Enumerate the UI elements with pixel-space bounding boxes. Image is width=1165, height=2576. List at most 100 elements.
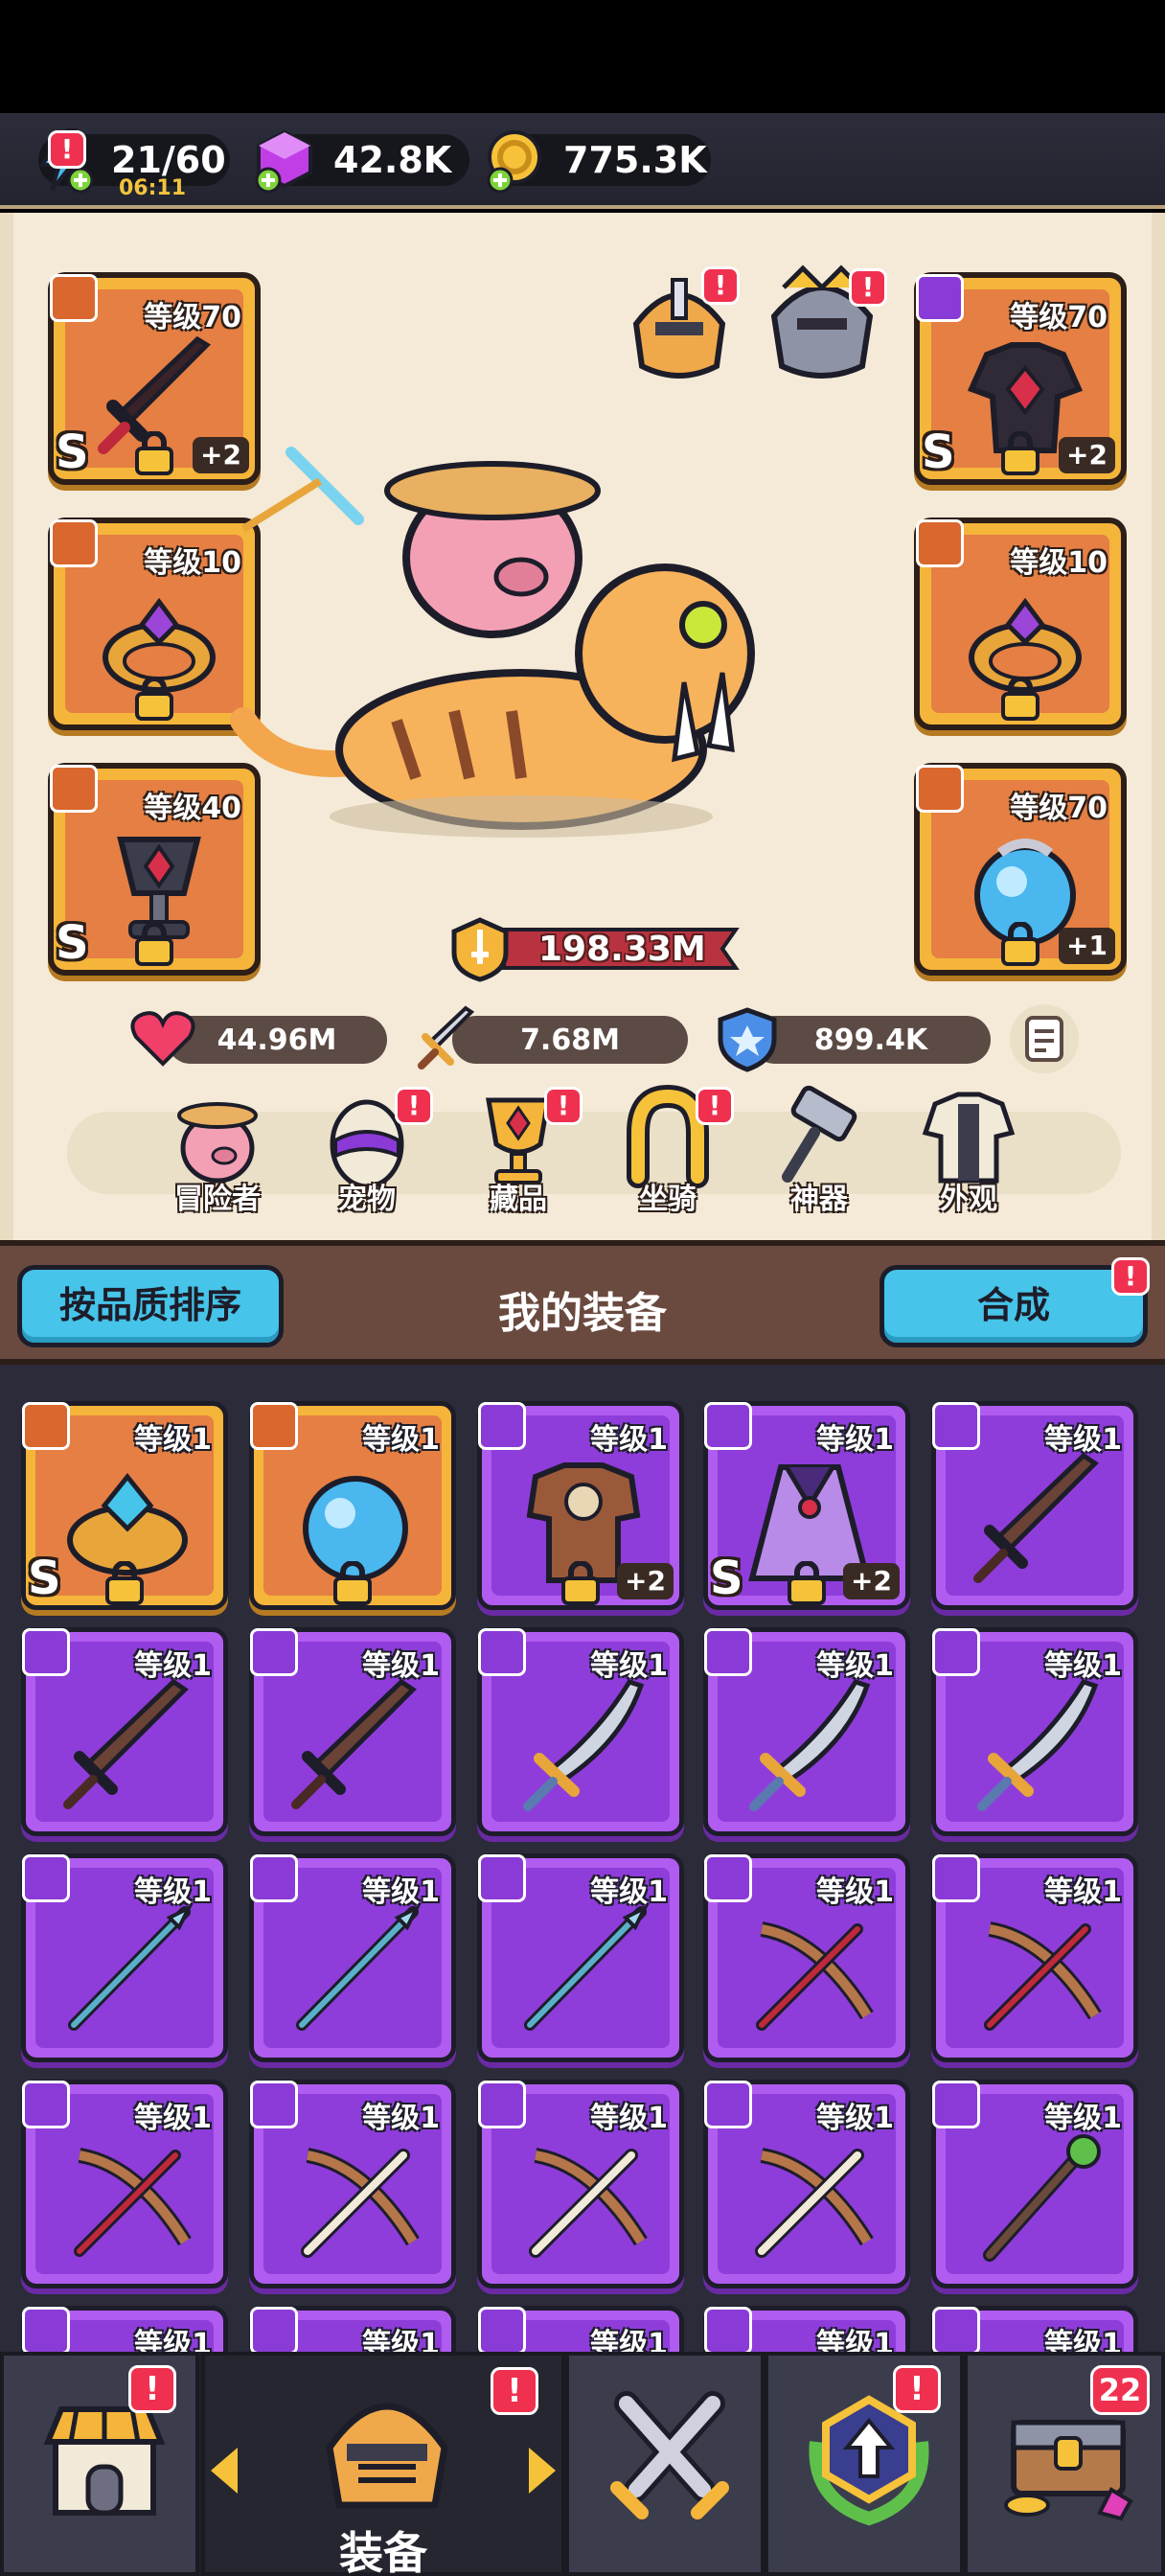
slot-level: 等级70 <box>1010 792 1108 825</box>
item-level: 等级1 <box>134 1649 212 1683</box>
inventory-item[interactable]: 等级1 <box>931 1401 1138 1610</box>
item-type-icon <box>22 1628 70 1676</box>
inventory-item[interactable]: 等级1 <box>931 2306 1138 2352</box>
inventory-item[interactable]: 等级1 <box>703 1853 910 2062</box>
item-type-icon <box>704 1402 752 1450</box>
tab-treasure[interactable]: 22 <box>964 2352 1165 2576</box>
lock-icon <box>1001 677 1039 721</box>
inventory-item[interactable]: 等级1 <box>703 2306 910 2352</box>
item-type-icon <box>704 1854 752 1902</box>
inventory-item[interactable]: 等级1 <box>249 2306 456 2352</box>
helmet-alert-icon: ! <box>849 268 887 307</box>
item-type-icon <box>250 2307 298 2352</box>
inventory-item[interactable]: 等级1 <box>931 1627 1138 1836</box>
item-type-icon <box>704 2081 752 2128</box>
inventory-item[interactable]: 等级1 <box>21 1853 228 2062</box>
inventory-item[interactable]: 等级1 <box>21 2080 228 2288</box>
lock-icon <box>1001 431 1039 475</box>
energy-value: 21/60 <box>111 139 226 181</box>
gem-counter[interactable]: 42.8K <box>255 129 469 194</box>
merge-button[interactable]: 合成 <box>879 1265 1148 1347</box>
item-type-icon <box>22 1854 70 1902</box>
item-level: 等级1 <box>362 2102 440 2135</box>
combat-power-value: 198.33M <box>538 930 706 969</box>
shield-icon <box>718 1007 777 1072</box>
item-level: 等级1 <box>134 1875 212 1909</box>
bone-crossbow-icon <box>529 2148 648 2258</box>
item-level: 等级1 <box>816 2328 894 2352</box>
sword-icon <box>291 1678 417 1809</box>
details-icon[interactable] <box>1006 1000 1083 1077</box>
grade-badge: S <box>922 426 955 479</box>
item-type-icon <box>932 2307 980 2352</box>
inventory-item[interactable]: 等级1 S +2 <box>703 1401 910 1610</box>
defense-stat: 899.4K <box>718 1007 991 1072</box>
hero-panel: 等级70 S +2 等级10 等级40 S 等级70 S +2 等级10 等级7… <box>0 213 1165 1240</box>
item-type-icon <box>932 1402 980 1450</box>
resource-bar: 21/60 ! 06:11 42.8K 775.3K <box>0 113 1165 209</box>
hp-value: 44.96M <box>217 1023 337 1057</box>
amulet-type-icon <box>50 765 98 813</box>
inventory-item[interactable]: 等级1 <box>249 1401 456 1610</box>
grade-badge: S <box>56 916 89 970</box>
inventory-item[interactable]: 等级1 <box>477 2306 684 2352</box>
scimitar-icon <box>523 1679 645 1811</box>
hero-character[interactable] <box>205 433 799 855</box>
lock-icon <box>135 677 173 721</box>
ring-type-icon <box>916 519 964 567</box>
item-level: 等级1 <box>134 2328 212 2352</box>
gold-counter[interactable]: 775.3K <box>487 130 711 194</box>
gem-value: 42.8K <box>333 139 452 181</box>
sword-icon <box>973 1452 1099 1583</box>
pet-alert-icon: ! <box>395 1087 433 1125</box>
inventory-item[interactable]: 等级1 <box>477 1627 684 1836</box>
nav-label-adventurer: 冒险者 <box>174 1183 261 1216</box>
inventory-item[interactable]: 等级1 <box>931 2080 1138 2288</box>
inventory-item[interactable]: 等级1 +2 <box>477 1401 684 1610</box>
scimitar-icon <box>977 1679 1099 1811</box>
inventory-item[interactable]: 等级1 <box>21 2306 228 2352</box>
inventory-item[interactable]: 等级1 <box>21 1627 228 1836</box>
equipment-alert-icon: ! <box>491 2367 538 2415</box>
inventory-item[interactable]: 等级1 <box>249 1853 456 2062</box>
inventory-item[interactable]: 等级1 <box>477 1853 684 2062</box>
mount-alert-icon: ! <box>696 1087 734 1125</box>
crossbow-icon <box>756 1921 874 2031</box>
inventory-item[interactable]: 等级1 <box>703 2080 910 2288</box>
amulet-slot-right[interactable]: 等级70 +1 <box>914 763 1127 976</box>
grade-badge: S <box>56 426 89 479</box>
inventory-item[interactable]: 等级1 <box>703 1627 910 1836</box>
crossbow-icon <box>74 2148 192 2257</box>
tab-equipment[interactable]: 装备 ! <box>201 2352 565 2576</box>
grade-badge: S <box>28 1552 61 1605</box>
item-level: 等级1 <box>362 1875 440 1909</box>
merge-alert-icon: ! <box>1111 1257 1150 1296</box>
inventory-item[interactable]: 等级1 <box>931 1853 1138 2062</box>
scimitar-icon <box>749 1679 871 1811</box>
inventory-item[interactable]: 等级1 <box>477 2080 684 2288</box>
ring-type-icon <box>50 519 98 567</box>
tab-upgrade[interactable]: ! <box>765 2352 964 2576</box>
armor-slot[interactable]: 等级70 S +2 <box>914 272 1127 485</box>
amulet-type-icon <box>916 765 964 813</box>
crossed-swords-icon <box>610 2391 729 2519</box>
lock-icon <box>561 1561 600 1605</box>
tab-shop[interactable]: ! <box>0 2352 199 2576</box>
item-level: 等级1 <box>1044 1423 1122 1457</box>
lock-icon <box>135 922 173 966</box>
inventory-item[interactable]: 等级1 <box>249 2080 456 2288</box>
ring-slot-right[interactable]: 等级10 <box>914 518 1127 730</box>
plus-badge: +2 <box>1059 437 1115 473</box>
item-type-icon <box>932 1628 980 1676</box>
attack-value: 7.68M <box>520 1023 620 1057</box>
collection-alert-icon: ! <box>544 1087 582 1125</box>
inventory-item[interactable]: 等级1 <box>249 1627 456 1836</box>
item-type-icon <box>250 1402 298 1450</box>
item-type-icon <box>478 1402 526 1450</box>
item-level: 等级1 <box>1044 2102 1122 2135</box>
grade-badge: S <box>710 1552 743 1605</box>
inventory-item[interactable]: 等级1 S <box>21 1401 228 1610</box>
tab-battle[interactable] <box>565 2352 765 2576</box>
lock-icon <box>333 1561 372 1605</box>
item-level: 等级1 <box>816 1423 894 1457</box>
